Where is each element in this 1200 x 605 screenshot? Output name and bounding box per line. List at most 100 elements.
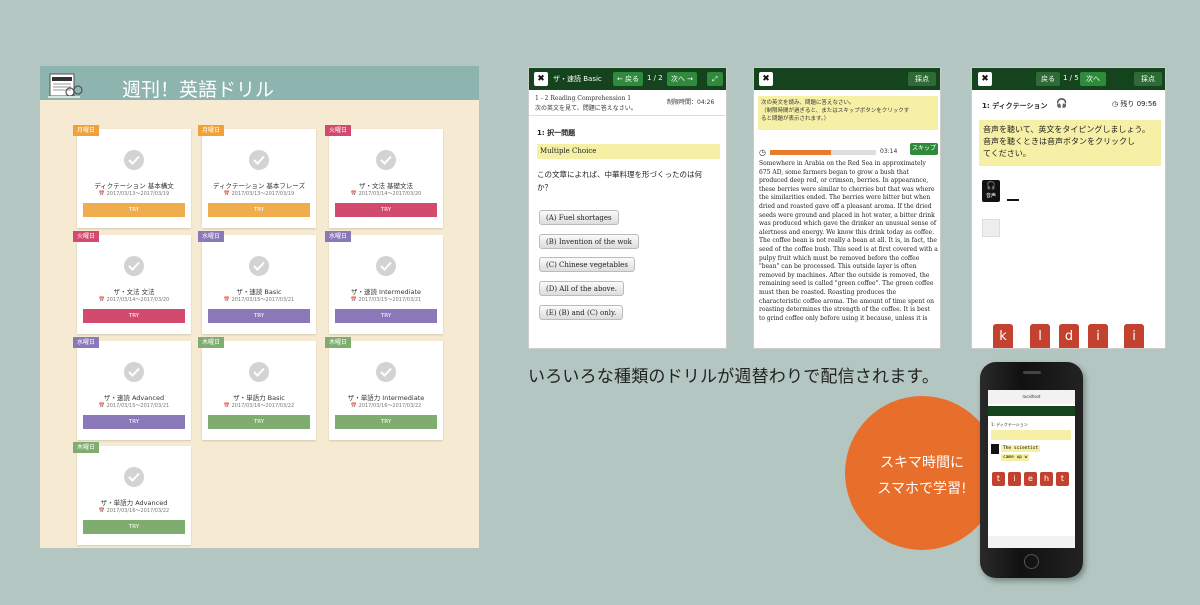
try-button[interactable]: TRY (208, 415, 310, 429)
phone-letter-key[interactable]: t (1056, 472, 1069, 486)
day-tag: 木曜日 (73, 442, 100, 453)
choice-e[interactable]: (E) (B) and (C) only. (539, 305, 624, 320)
phone-label: 1: ディクテーション (991, 422, 1028, 427)
phone-instruction (991, 430, 1071, 440)
score-button[interactable]: 採点 (1134, 72, 1162, 86)
passage-line: The coffee bean is not really a bean at … (759, 237, 937, 245)
day-tag: 木曜日 (325, 337, 352, 348)
try-button[interactable]: TRY (83, 309, 185, 323)
choice-c[interactable]: (C) Chinese vegetables (539, 257, 635, 272)
phone-letter-key[interactable]: e (1024, 472, 1037, 486)
letter-key-i[interactable]: i (1088, 324, 1108, 348)
drill-panel: 週刊！英語ドリル 月曜日 ディクテーション 基本構文 📅 2017/03/13〜20… (40, 66, 479, 548)
try-button[interactable]: TRY (335, 415, 437, 429)
passage-line: seed of the coffee bush. This seed is at… (759, 245, 938, 253)
card-date: 📅 2017/03/13〜2017/03/19 (223, 191, 295, 197)
card-date: 📅 2017/03/15〜2017/03/21 (223, 297, 295, 303)
check-icon (124, 362, 144, 382)
question-text-1: この文章によれば、中華料理を形づくったのは何 (537, 170, 702, 179)
try-button[interactable]: TRY (83, 520, 185, 534)
drill-card: 水曜日 ザ・速読 Basic 📅 2017/03/15〜2017/03/21 TRY (198, 231, 316, 334)
phone-audio-button[interactable] (991, 444, 999, 454)
card-title: ディクテーション 基本構文 (94, 182, 174, 190)
timer-fill (770, 150, 832, 155)
promo-line-2: スマホで学習! (877, 481, 967, 497)
timer-icon: ◷ (759, 148, 766, 157)
day-tag: 水曜日 (73, 337, 100, 348)
passage-line: pulpy fruit which must be removed before… (759, 254, 920, 262)
close-button[interactable]: ✖ (534, 72, 548, 86)
card-date: 📅 2017/03/16〜2017/03/22 (350, 403, 422, 409)
phone-typed-1: The scientist (1001, 445, 1041, 452)
check-icon (124, 256, 144, 276)
passage-line: roasting determines the strength of the … (759, 306, 930, 314)
passage-line: must then be roasted. Roasting produces … (759, 288, 897, 296)
phone-screen: localhost 1: ディクテーション The scientist came… (988, 390, 1075, 548)
timer-text: 03:14 (880, 148, 898, 155)
choice-b[interactable]: (B) Invention of the wok (539, 234, 639, 249)
drill-card: 月曜日 ディクテーション 基本フレーズ 📅 2017/03/13〜2017/03/1… (198, 125, 316, 228)
speaker (1023, 371, 1041, 374)
choice-d[interactable]: (D) All of the above. (539, 281, 624, 296)
section-subtitle: 1 - 2 Reading Comprehension 1 (535, 95, 632, 102)
home-button (1024, 554, 1039, 569)
day-tag: 木曜日 (198, 337, 225, 348)
drill-card: 木曜日 ザ・単語力 Advanced 📅 2017/03/16〜2017/03/22… (73, 442, 191, 545)
check-icon (249, 150, 269, 170)
headphones-icon: 🎧 (1056, 99, 1068, 109)
audio-button[interactable]: 🎧 音声 (982, 180, 1000, 202)
day-tag: 月曜日 (73, 125, 100, 136)
next-button[interactable]: 次へ (1080, 72, 1106, 86)
card-title: ザ・単語力 Intermediate (347, 394, 425, 402)
card-date: 📅 2017/03/16〜2017/03/22 (223, 403, 295, 409)
letter-key-l[interactable]: l (1030, 324, 1050, 348)
try-button[interactable]: TRY (335, 309, 437, 323)
smartphone: localhost 1: ディクテーション The scientist came… (980, 362, 1083, 578)
divider (529, 115, 726, 116)
day-tag: 水曜日 (325, 231, 352, 242)
passage-line: seeds were ground and placed in hot wate… (759, 211, 935, 219)
try-button[interactable]: TRY (83, 415, 185, 429)
reading-toolbar: ✖ ザ・速読 Basic ← 戻る 1 / 2 次へ → ⤢ (529, 68, 726, 90)
card-date: 📅 2017/03/15〜2017/03/21 (98, 403, 170, 409)
skip-button[interactable]: スキップ (910, 143, 938, 155)
passage-line: characteristic coffee aroma. The amount … (759, 297, 935, 305)
letter-key-i-2[interactable]: i (1124, 324, 1144, 348)
letter-key-k[interactable]: k (993, 324, 1013, 348)
try-button[interactable]: TRY (208, 203, 310, 217)
phone-letter-key[interactable]: h (1040, 472, 1053, 486)
card-date: 📅 2017/03/14〜2017/03/20 (350, 191, 422, 197)
back-button[interactable]: 戻る (1036, 72, 1060, 86)
choice-a[interactable]: (A) Fuel shortages (539, 210, 619, 225)
phone-bottom-bar (988, 536, 1075, 548)
check-icon (376, 362, 396, 382)
phone-toolbar (988, 406, 1075, 416)
passage-line: these berries were similar to cherries b… (759, 185, 935, 193)
phone-letter-key[interactable]: i (1008, 472, 1021, 486)
card-title: ザ・文法 基礎文法 (358, 182, 414, 190)
question-type: Multiple Choice (537, 144, 720, 159)
try-button[interactable]: TRY (335, 203, 437, 217)
back-button[interactable]: ← 戻る (613, 72, 643, 86)
passage-line: removed by machines. After the outside i… (759, 271, 930, 279)
next-button[interactable]: 次へ → (667, 72, 697, 86)
check-icon (376, 256, 396, 276)
card-title: ザ・文法 文法 (113, 288, 155, 296)
phone-letter-key[interactable]: t (992, 472, 1005, 486)
passage-line: the similarities ended. The berries were… (759, 194, 931, 202)
passage-line: produced deep red, or crimson, berries. … (759, 177, 929, 185)
url-bar: localhost (988, 390, 1075, 404)
close-button[interactable]: ✖ (978, 72, 992, 86)
try-button[interactable]: TRY (208, 309, 310, 323)
check-icon (249, 256, 269, 276)
drill-name: ザ・速読 Basic (553, 75, 602, 83)
close-button[interactable]: ✖ (759, 72, 773, 86)
card-title: ザ・単語力 Advanced (100, 499, 168, 507)
score-button[interactable]: 採点 (908, 72, 936, 86)
letter-key-d[interactable]: d (1059, 324, 1079, 348)
try-button[interactable]: TRY (83, 203, 185, 217)
day-tag: 火曜日 (325, 125, 352, 136)
check-icon (124, 150, 144, 170)
expand-icon[interactable]: ⤢ (707, 72, 723, 86)
day-tag: 水曜日 (198, 231, 225, 242)
